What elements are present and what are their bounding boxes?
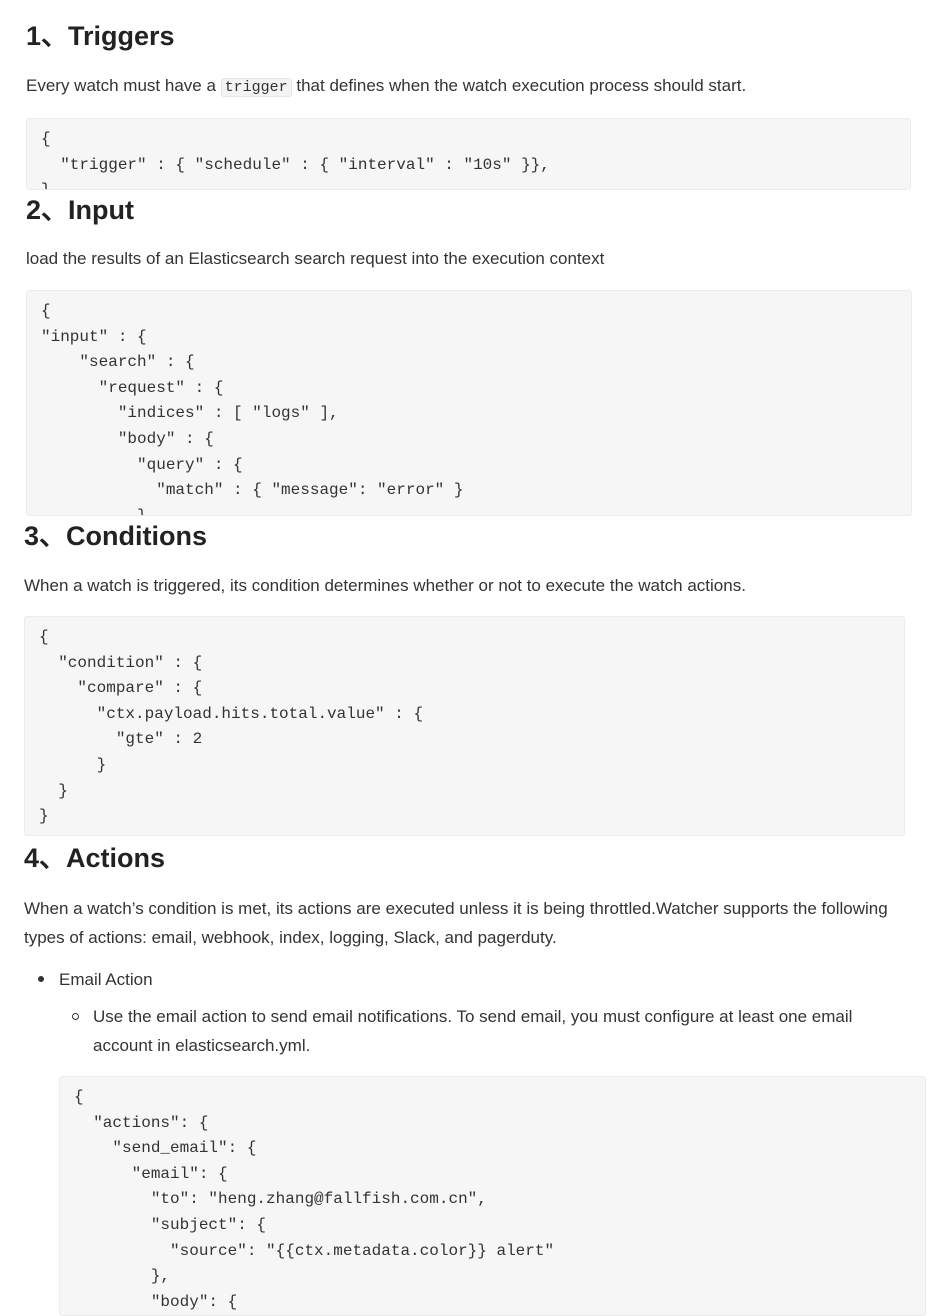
code-line: "input" : { (41, 327, 147, 346)
code-line: "query" : { (41, 455, 243, 474)
actions-description: When a watch’s condition is met, its act… (24, 899, 888, 947)
triggers-description: Every watch must have a trigger that def… (26, 71, 746, 102)
code-line: } (41, 178, 896, 189)
code-line: "email": { (74, 1164, 228, 1183)
code-line: "trigger" : { "schedule" : { "interval" … (41, 155, 550, 174)
sub-list-item-email-description: Use the email action to send email notif… (93, 1007, 853, 1055)
code-line: "body" : { (41, 429, 214, 448)
code-line: }, (74, 1267, 171, 1286)
code-line: "ctx.payload.hits.total.value" : { (39, 704, 424, 723)
code-line: { (39, 628, 49, 646)
heading-actions: 4、Actions (24, 843, 166, 873)
code-line: "request" : { (41, 378, 224, 397)
code-line: "send_email": { (74, 1139, 257, 1158)
code-line: "compare" : { (39, 679, 203, 698)
heading-input: 2、Input (26, 195, 134, 225)
code-block-input: {"input" : { "search" : { "request" : { … (26, 290, 912, 516)
code-line: { (41, 302, 51, 320)
code-line: } (39, 807, 49, 826)
code-line: } (39, 781, 68, 800)
heading-triggers: 1、Triggers (26, 21, 175, 51)
code-line: "actions": { (74, 1113, 209, 1132)
code-line: { (74, 1088, 84, 1106)
text: that defines when the watch execution pr… (291, 76, 747, 95)
code-block-conditions: { "condition" : { "compare" : { "ctx.pay… (24, 616, 905, 836)
code-line: "to": "heng.zhang@fallfish.com.cn", (74, 1190, 487, 1209)
code-line: "subject": { (74, 1215, 267, 1234)
code-line: "condition" : { (39, 653, 203, 672)
code-line: } (41, 506, 147, 516)
code-line: { (41, 130, 51, 148)
code-line: "match" : { "message": "error" } (41, 481, 464, 500)
code-line: "source": "{{ctx.metadata.color}} alert" (74, 1241, 555, 1260)
input-description: load the results of an Elasticsearch sea… (26, 249, 605, 268)
code-line: "gte" : 2 (39, 730, 203, 749)
code-block-triggers: { "trigger" : { "schedule" : { "interval… (26, 118, 911, 190)
code-line: "search" : { (41, 353, 195, 372)
heading-conditions: 3、Conditions (24, 521, 207, 551)
inline-code-trigger: trigger (220, 78, 292, 97)
code-line: "body": { (74, 1292, 238, 1311)
list-item-email-action: Email Action (59, 970, 153, 989)
text: Every watch must have a (26, 76, 221, 95)
code-line: } (39, 755, 107, 774)
code-line: "indices" : [ "logs" ], (41, 404, 339, 423)
code-block-actions: { "actions": { "send_email": { "email": … (59, 1076, 926, 1316)
conditions-description: When a watch is triggered, its condition… (24, 576, 746, 595)
circle-bullet-icon (72, 1013, 79, 1020)
bullet-icon (38, 976, 44, 982)
